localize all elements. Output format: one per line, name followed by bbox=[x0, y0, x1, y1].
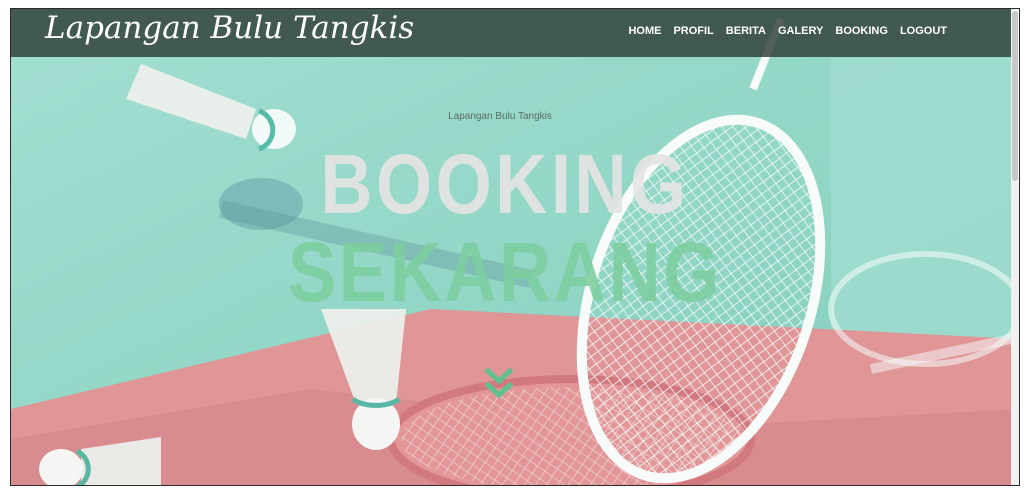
vertical-scrollbar[interactable] bbox=[1011, 9, 1019, 485]
nav-menu: HOME PROFIL BERITA GALERY BOOKING LOGOUT bbox=[628, 25, 947, 37]
hero-subtitle: Lapangan Bulu Tangkis bbox=[448, 111, 552, 122]
nav-link-logout[interactable]: LOGOUT bbox=[900, 25, 947, 37]
hero-headline-sekarang: SEKARANG bbox=[287, 225, 723, 319]
nav-link-galery[interactable]: GALERY bbox=[778, 25, 823, 37]
nav-link-home[interactable]: HOME bbox=[628, 25, 661, 37]
nav-link-booking[interactable]: BOOKING bbox=[835, 25, 888, 37]
nav-link-berita[interactable]: BERITA bbox=[726, 25, 766, 37]
top-navbar: Lapangan Bulu Tangkis HOME PROFIL BERITA… bbox=[11, 9, 1019, 57]
scroll-down-button[interactable] bbox=[484, 367, 514, 403]
nav-link-profil[interactable]: PROFIL bbox=[673, 25, 713, 37]
hero-section: Lapangan Bulu Tangkis BOOKING SEKARANG bbox=[11, 9, 1019, 485]
double-chevron-down-icon bbox=[484, 367, 514, 399]
scrollbar-thumb[interactable] bbox=[1012, 11, 1018, 181]
hero-headline-booking: BOOKING bbox=[320, 137, 690, 231]
site-brand-logo[interactable]: Lapangan Bulu Tangkis bbox=[45, 10, 414, 46]
browser-viewport: Lapangan Bulu Tangkis BOOKING SEKARANG L… bbox=[10, 8, 1020, 486]
